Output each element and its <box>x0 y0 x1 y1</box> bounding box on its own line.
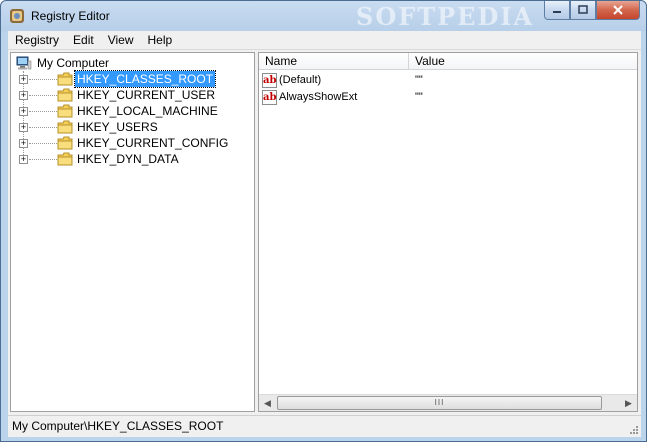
expand-icon[interactable]: + <box>19 123 28 132</box>
scroll-right-icon[interactable]: ▶ <box>620 395 637 411</box>
watermark: SOFTPEDIA <box>356 2 535 31</box>
column-header-value[interactable]: Value <box>409 53 637 70</box>
folder-icon <box>57 88 73 102</box>
value-name: AlwaysShowExt <box>279 91 358 103</box>
registry-tree[interactable]: My Computer + HKEY_CLASSES_ROOT + HKEY_C… <box>10 52 255 412</box>
computer-icon <box>16 56 32 70</box>
column-header-name[interactable]: Name <box>259 53 409 70</box>
menu-registry[interactable]: Registry <box>8 33 66 47</box>
tree-item-label: HKEY_CURRENT_CONFIG <box>77 136 229 150</box>
tree-item-label: HKEY_CLASSES_ROOT <box>73 70 217 88</box>
maximize-button[interactable] <box>570 1 596 20</box>
horizontal-scrollbar[interactable]: ◀ III ▶ <box>259 394 637 411</box>
tree-root-label: My Computer <box>37 56 110 70</box>
menu-edit[interactable]: Edit <box>66 33 101 47</box>
expand-icon[interactable]: + <box>19 75 28 84</box>
menu-help[interactable]: Help <box>141 33 180 47</box>
tree-item-hkey-dyn-data[interactable]: + HKEY_DYN_DATA <box>11 151 251 167</box>
minimize-icon <box>553 11 561 13</box>
tree-item-hkey-users[interactable]: + HKEY_USERS <box>11 119 251 135</box>
tree-connector <box>29 95 57 96</box>
registry-editor-window: Registry Editor SOFTPEDIA Registry Edit … <box>0 0 647 442</box>
tree-item-hkey-local-machine[interactable]: + HKEY_LOCAL_MACHINE <box>11 103 251 119</box>
tree-root-my-computer[interactable]: My Computer <box>16 55 109 71</box>
tree-connector <box>29 143 57 144</box>
value-name: (Default) <box>279 74 322 86</box>
window-title: Registry Editor <box>31 9 110 23</box>
menu-view[interactable]: View <box>101 33 141 47</box>
values-list[interactable]: Name Value ab (Default) "" ab AlwaysShow… <box>258 52 638 412</box>
scroll-thumb[interactable]: III <box>277 396 602 410</box>
value-data: "" <box>415 91 423 103</box>
tree-connector <box>29 127 57 128</box>
close-button[interactable] <box>596 1 640 20</box>
client-area: My Computer + HKEY_CLASSES_ROOT + HKEY_C… <box>8 50 641 415</box>
tree-item-label: HKEY_USERS <box>77 120 158 134</box>
caption-buttons <box>544 1 640 21</box>
value-row-default[interactable]: ab (Default) "" <box>261 72 635 89</box>
tree-item-hkey-current-user[interactable]: + HKEY_CURRENT_USER <box>11 87 251 103</box>
close-icon <box>613 5 623 15</box>
minimize-button[interactable] <box>544 1 570 20</box>
tree-item-label: HKEY_CURRENT_USER <box>77 88 216 102</box>
expand-icon[interactable]: + <box>19 107 28 116</box>
tree-connector <box>29 159 57 160</box>
status-bar: My Computer\HKEY_CLASSES_ROOT <box>8 415 641 437</box>
folder-icon <box>57 104 73 118</box>
value-row-alwaysshowext[interactable]: ab AlwaysShowExt "" <box>261 89 635 106</box>
tree-item-hkey-classes-root[interactable]: + HKEY_CLASSES_ROOT <box>11 70 251 88</box>
value-data: "" <box>415 74 423 86</box>
tree-connector <box>29 111 57 112</box>
folder-icon <box>57 136 73 150</box>
string-value-icon: ab <box>262 73 277 88</box>
tree-item-label: HKEY_LOCAL_MACHINE <box>77 104 218 118</box>
tree-item-label: HKEY_DYN_DATA <box>77 152 179 166</box>
string-value-icon: ab <box>262 90 277 105</box>
folder-icon <box>57 120 73 134</box>
tree-item-hkey-current-config[interactable]: + HKEY_CURRENT_CONFIG <box>11 135 251 151</box>
status-path: My Computer\HKEY_CLASSES_ROOT <box>12 419 224 433</box>
scroll-left-icon[interactable]: ◀ <box>259 395 276 411</box>
expand-icon[interactable]: + <box>19 91 28 100</box>
title-bar[interactable]: Registry Editor SOFTPEDIA <box>1 1 646 31</box>
expand-icon[interactable]: + <box>19 139 28 148</box>
tree-connector <box>29 79 57 80</box>
registry-editor-icon <box>10 9 24 23</box>
maximize-icon <box>578 5 588 14</box>
resize-grip-icon[interactable] <box>629 425 639 435</box>
folder-icon <box>57 72 73 86</box>
expand-icon[interactable]: + <box>19 155 28 164</box>
folder-icon <box>57 152 73 166</box>
list-header: Name Value <box>259 53 637 70</box>
menu-bar: Registry Edit View Help <box>8 31 641 50</box>
